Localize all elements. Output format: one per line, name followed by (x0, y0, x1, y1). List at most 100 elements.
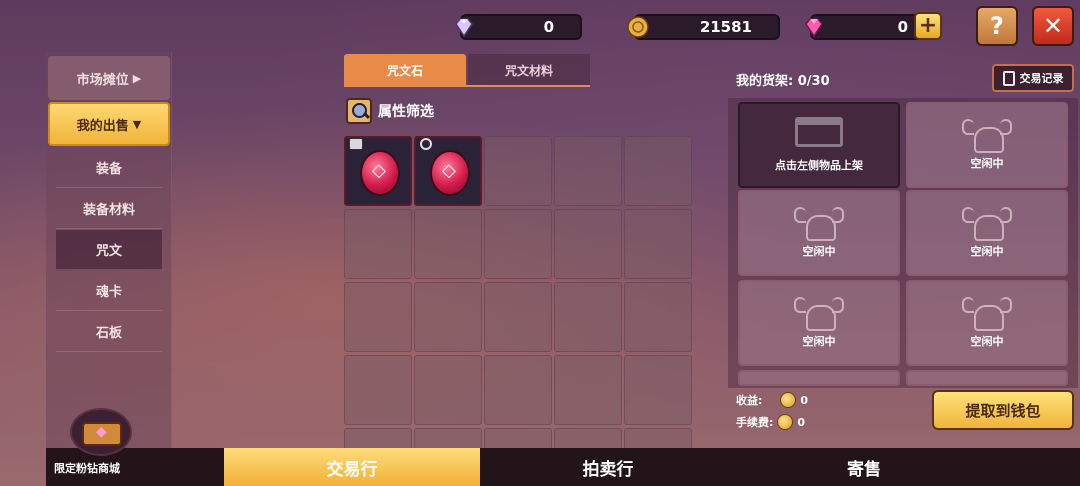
add-pink-diamond-button[interactable]: + (914, 12, 942, 40)
viking-helmet-icon (962, 207, 1012, 241)
diamond-icon (455, 18, 473, 38)
sidebar-item-slates[interactable]: 石板 (56, 312, 162, 352)
shelf-slot-idle[interactable]: 空闲中 (738, 190, 900, 276)
help-icon: ? (990, 12, 1004, 40)
inventory-slot-empty[interactable] (554, 282, 622, 352)
gold-coin-icon (777, 414, 794, 430)
spell-stone-item[interactable] (414, 136, 482, 206)
diamond-value: 0 (543, 18, 554, 36)
shelf-slot-label: 空闲中 (970, 335, 1004, 348)
tab-auction-house[interactable]: 拍卖行 (480, 448, 736, 486)
shelf-slot-label: 空闲中 (970, 157, 1004, 170)
red-spell-gem-icon (360, 150, 400, 196)
empty-box-icon (795, 117, 843, 147)
inventory-slot-empty[interactable] (554, 136, 622, 206)
sidebar-my-sales[interactable]: 我的出售 ▼ (48, 102, 170, 146)
shelf-slot-partial[interactable] (738, 370, 900, 386)
shelf-slot-idle[interactable]: 空闲中 (738, 280, 900, 366)
shelf-area: 点击左侧物品上架 空闲中 空闲中 空闲中 空闲中 空闲中 (728, 98, 1078, 388)
inventory-slot-empty[interactable] (414, 282, 482, 352)
spell-stone-item[interactable] (344, 136, 412, 206)
diamond-counter: 0 (455, 14, 582, 40)
shelf-slot-idle[interactable]: 空闲中 (906, 102, 1068, 188)
sidebar-market-label: 市场摊位 (76, 72, 129, 88)
close-icon: ✕ (1042, 12, 1064, 40)
attribute-filter-button[interactable]: 属性筛选 (346, 98, 434, 124)
inventory-slot-empty[interactable] (554, 209, 622, 279)
close-button[interactable]: ✕ (1032, 6, 1074, 46)
inventory-slot-empty[interactable] (484, 209, 552, 279)
shop-label: 限定粉钻商城 (54, 462, 120, 475)
gold-counter: 21581 (627, 14, 780, 40)
bottom-nav: 交易行 拍卖行 寄售 (46, 448, 1080, 486)
inventory-slot-empty[interactable] (624, 282, 692, 352)
pink-diamond-icon (805, 18, 823, 38)
chevron-right-icon: ▶ (132, 71, 142, 85)
tab-spell-stones[interactable]: 咒文石 (344, 54, 466, 86)
inventory-slot-empty[interactable] (414, 209, 482, 279)
tab-spell-materials[interactable]: 咒文材料 (468, 54, 590, 86)
fee-row: 手续费: 0 (736, 414, 805, 430)
inventory-slot-empty[interactable] (344, 209, 412, 279)
sidebar-item-label: 魂卡 (95, 285, 122, 300)
gold-value: 21581 (699, 18, 752, 36)
record-label: 交易记录 (1019, 72, 1064, 85)
tab-consignment[interactable]: 寄售 (736, 448, 992, 486)
shelf-slot-partial[interactable] (906, 370, 1068, 386)
inventory-slot-empty[interactable] (484, 282, 552, 352)
magnifier-icon (346, 98, 372, 124)
withdraw-to-wallet-button[interactable]: 提取到钱包 (932, 390, 1074, 430)
shelf-slot-label: 点击左侧物品上架 (775, 159, 863, 172)
viking-helmet-icon (962, 297, 1012, 331)
inventory-slot-empty[interactable] (624, 209, 692, 279)
red-spell-gem-icon (430, 150, 470, 196)
sidebar-item-soul-cards[interactable]: 魂卡 (56, 271, 162, 311)
viking-helmet-icon (794, 297, 844, 331)
inventory-slot-empty[interactable] (484, 355, 552, 425)
income-label: 收益: (736, 394, 763, 407)
tab-underline (344, 85, 590, 87)
income-value: 0 (800, 393, 809, 407)
sidebar-item-equipment[interactable]: 装备 (56, 148, 162, 188)
inventory-grid (344, 136, 692, 486)
gold-coin-icon (780, 392, 797, 408)
limited-pink-diamond-shop-button[interactable]: 限定粉钻商城 (50, 408, 180, 476)
tab-trading-house[interactable]: 交易行 (224, 448, 480, 486)
chevron-down-icon: ▼ (132, 117, 142, 131)
inventory-slot-empty[interactable] (554, 355, 622, 425)
viking-helmet-icon (794, 207, 844, 241)
shelf-slot-idle[interactable]: 空闲中 (906, 280, 1068, 366)
document-icon (1002, 70, 1015, 86)
sidebar-item-label: 装备 (95, 162, 122, 177)
ring-icon (420, 138, 432, 150)
shelf-slot-idle[interactable]: 空闲中 (906, 190, 1068, 276)
treasure-chest-icon (70, 408, 132, 456)
shelf-slot-list-item[interactable]: 点击左侧物品上架 (738, 102, 900, 188)
pink-diamond-value: 0 (897, 18, 908, 36)
sidebar-mysell-label: 我的出售 (76, 118, 129, 134)
sidebar-item-equipment-materials[interactable]: 装备材料 (56, 189, 162, 229)
pink-diamond-counter: 0 + (805, 12, 942, 40)
inventory-slot-empty[interactable] (624, 355, 692, 425)
help-button[interactable]: ? (976, 6, 1018, 46)
sidebar-item-label: 石板 (95, 326, 122, 341)
inventory-slot-empty[interactable] (344, 355, 412, 425)
sidebar-market-stall[interactable]: 市场摊位 ▶ (48, 56, 170, 100)
shelf-slot-label: 空闲中 (802, 335, 836, 348)
shelf-slot-label: 空闲中 (802, 245, 836, 258)
shelf-title: 我的货架: 0/30 (736, 74, 830, 89)
filter-label: 属性筛选 (378, 104, 434, 120)
sidebar-item-spells[interactable]: 咒文 (56, 230, 162, 270)
sidebar-item-label: 咒文 (95, 244, 122, 259)
fee-value: 0 (797, 415, 806, 429)
trade-record-button[interactable]: 交易记录 (992, 64, 1074, 92)
viking-helmet-icon (962, 119, 1012, 153)
income-row: 收益: 0 (736, 392, 808, 408)
inventory-slot-empty[interactable] (344, 282, 412, 352)
inventory-slot-empty[interactable] (484, 136, 552, 206)
tag-icon (349, 138, 363, 150)
inventory-slot-empty[interactable] (414, 355, 482, 425)
inventory-slot-empty[interactable] (624, 136, 692, 206)
sidebar-item-label: 装备材料 (82, 203, 135, 218)
gold-coin-icon (627, 16, 649, 38)
